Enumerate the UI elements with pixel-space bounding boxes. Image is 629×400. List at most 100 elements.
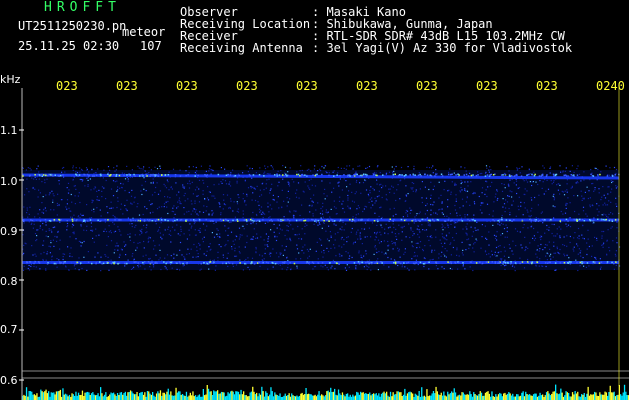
noise-speck [552,195,554,197]
amplitude-bar [297,396,299,400]
noise-speck [196,186,198,188]
noise-speck [311,184,313,186]
noise-speck [386,199,388,201]
noise-speck [578,235,580,237]
noise-speck [66,222,69,225]
band-speck [537,220,540,222]
noise-speck [415,242,417,244]
noise-speck [503,183,505,186]
noise-speck [563,244,566,247]
band-speck [115,175,117,177]
noise-speck [300,238,303,240]
noise-speck [170,255,172,257]
noise-speck [247,257,249,259]
noise-speck [515,245,517,247]
amplitude-bar [604,391,606,400]
noise-speck [163,183,165,185]
band-speck [514,262,517,264]
noise-speck [492,224,494,226]
amplitude-bar [531,395,533,400]
band-speck [559,220,561,222]
noise-speck [63,166,65,169]
amplitude-bar [298,395,301,400]
noise-speck [86,177,88,179]
noise-speck [575,182,577,184]
noise-speck [404,248,406,250]
noise-speck [45,259,47,261]
noise-speck [158,206,160,208]
noise-speck [343,239,345,241]
noise-speck [355,265,357,267]
band-speck [225,262,227,265]
noise-speck [323,252,325,254]
noise-speck [578,213,580,215]
noise-speck [54,235,56,238]
amplitude-bar [328,392,331,400]
noise-speck [52,226,54,229]
noise-speck [556,184,558,186]
noise-speck [183,187,185,189]
noise-speck [542,181,544,183]
noise-speck [271,208,273,210]
amplitude-bar [258,393,260,400]
band-speck [465,173,468,176]
band-speck [485,261,488,263]
amplitude-bar [432,391,435,400]
noise-speck [404,200,406,202]
noise-speck [549,255,551,257]
noise-speck [569,170,571,172]
noise-speck [352,243,354,245]
noise-speck [501,214,503,217]
noise-speck [173,257,175,259]
noise-speck [326,247,328,249]
noise-speck [259,189,261,191]
noise-speck [150,269,152,271]
noise-speck [438,257,440,259]
noise-speck [374,197,376,199]
noise-speck [345,269,348,271]
noise-speck [238,227,241,229]
noise-speck [509,247,511,249]
band-speck [113,174,115,176]
noise-speck [115,169,117,171]
noise-speck [232,265,234,267]
noise-speck [152,182,154,184]
noise-speck [218,202,220,204]
noise-speck [184,257,186,259]
noise-speck [136,206,138,208]
amplitude-bar [362,392,364,400]
noise-speck [134,226,136,228]
noise-speck [504,236,506,238]
noise-speck [199,269,201,271]
band-speck [222,219,225,222]
band-speck [176,219,178,221]
band-speck [403,262,405,264]
amplitude-bar [202,389,204,400]
noise-speck [503,255,505,257]
noise-speck [171,210,173,212]
noise-speck [395,199,397,202]
noise-speck [255,213,258,216]
noise-speck [165,187,168,189]
band-speck [343,174,345,176]
noise-speck [582,206,585,208]
band-speck [274,262,277,265]
noise-speck [232,169,234,171]
amplitude-bar [249,392,251,400]
amplitude-bar [231,390,233,400]
noise-speck [222,179,224,181]
noise-speck [316,241,318,243]
noise-speck [91,201,93,204]
noise-speck [286,197,288,199]
noise-speck [536,249,538,251]
noise-speck [73,264,76,266]
band-speck [179,219,182,221]
noise-speck [557,189,559,191]
noise-speck [443,215,446,217]
noise-speck [330,236,332,238]
noise-speck [194,234,197,236]
band-speck [167,219,169,222]
amplitude-bar [344,396,346,400]
noise-speck [456,212,458,214]
noise-speck [124,265,126,267]
